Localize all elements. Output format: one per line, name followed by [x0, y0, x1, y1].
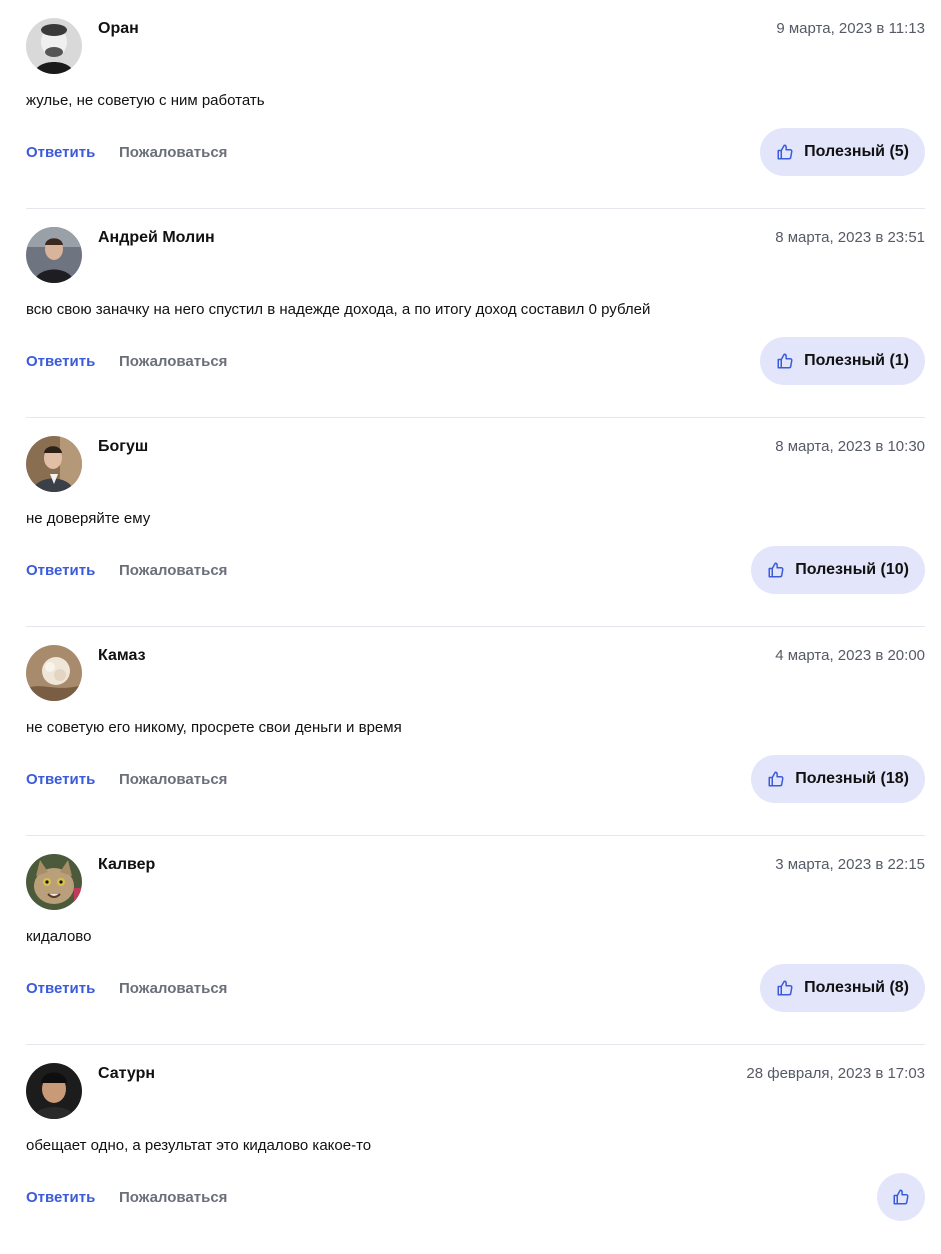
comment-text: жулье, не советую с ним работать — [26, 92, 265, 109]
comment-date: 3 марта, 2023 в 22:15 — [775, 856, 925, 873]
report-link[interactable]: Пожаловаться — [119, 353, 227, 370]
comment-date: 8 марта, 2023 в 10:30 — [775, 438, 925, 455]
comment-text: всю свою заначку на него спустил в надеж… — [26, 301, 651, 318]
thumbs-up-icon — [767, 770, 785, 788]
useful-button[interactable]: Полезный (5) — [760, 128, 925, 176]
useful-button[interactable] — [877, 1173, 925, 1221]
avatar[interactable] — [26, 645, 82, 701]
comment-text: не советую его никому, просрете свои ден… — [26, 719, 402, 736]
comment-date: 4 марта, 2023 в 20:00 — [775, 647, 925, 664]
reply-link[interactable]: Ответить — [26, 1189, 95, 1206]
reply-link[interactable]: Ответить — [26, 980, 95, 997]
avatar[interactable] — [26, 1063, 82, 1119]
avatar[interactable] — [26, 18, 82, 74]
avatar[interactable] — [26, 436, 82, 492]
comments-list: Оран 9 марта, 2023 в 11:13 жулье, не сов… — [26, 0, 925, 1254]
useful-button[interactable]: Полезный (18) — [751, 755, 925, 803]
report-link[interactable]: Пожаловаться — [119, 771, 227, 788]
avatar[interactable] — [26, 227, 82, 283]
report-link[interactable]: Пожаловаться — [119, 144, 227, 161]
report-link[interactable]: Пожаловаться — [119, 562, 227, 579]
comment-date: 8 марта, 2023 в 23:51 — [775, 229, 925, 246]
useful-label: Полезный (8) — [804, 979, 909, 996]
comment-item: Камаз 4 марта, 2023 в 20:00 не советую е… — [26, 627, 925, 836]
comment-item: Сатурн 28 февраля, 2023 в 17:03 обещает … — [26, 1045, 925, 1254]
thumbs-up-icon — [767, 561, 785, 579]
useful-label: Полезный (1) — [804, 352, 909, 369]
useful-button[interactable]: Полезный (8) — [760, 964, 925, 1012]
comment-author: Богуш — [98, 438, 149, 455]
comment-author: Андрей Молин — [98, 229, 215, 246]
reply-link[interactable]: Ответить — [26, 353, 95, 370]
comment-item: Богуш 8 марта, 2023 в 10:30 не доверяйте… — [26, 418, 925, 627]
useful-button[interactable]: Полезный (10) — [751, 546, 925, 594]
comment-item: Оран 9 марта, 2023 в 11:13 жулье, не сов… — [26, 0, 925, 209]
thumbs-up-icon — [776, 143, 794, 161]
reply-link[interactable]: Ответить — [26, 144, 95, 161]
useful-label: Полезный (5) — [804, 143, 909, 160]
comment-author: Калвер — [98, 856, 156, 873]
comment-text: обещает одно, а результат это кидалово к… — [26, 1137, 372, 1154]
comment-item: Калвер 3 марта, 2023 в 22:15 кидалово От… — [26, 836, 925, 1045]
thumbs-up-icon — [776, 979, 794, 997]
comment-date: 9 марта, 2023 в 11:13 — [776, 20, 925, 37]
comment-text: кидалово — [26, 928, 92, 945]
report-link[interactable]: Пожаловаться — [119, 980, 227, 997]
comment-text: не доверяйте ему — [26, 510, 151, 527]
reply-link[interactable]: Ответить — [26, 771, 95, 788]
thumbs-up-icon — [892, 1188, 910, 1206]
comment-item: Андрей Молин 8 марта, 2023 в 23:51 всю с… — [26, 209, 925, 418]
comment-date: 28 февраля, 2023 в 17:03 — [746, 1065, 925, 1082]
thumbs-up-icon — [776, 352, 794, 370]
report-link[interactable]: Пожаловаться — [119, 1189, 227, 1206]
avatar[interactable] — [26, 854, 82, 910]
reply-link[interactable]: Ответить — [26, 562, 95, 579]
useful-button[interactable]: Полезный (1) — [760, 337, 925, 385]
comment-author: Оран — [98, 20, 139, 37]
useful-label: Полезный (10) — [795, 561, 909, 578]
comment-author: Сатурн — [98, 1065, 156, 1082]
comment-author: Камаз — [98, 647, 146, 664]
useful-label: Полезный (18) — [795, 770, 909, 787]
